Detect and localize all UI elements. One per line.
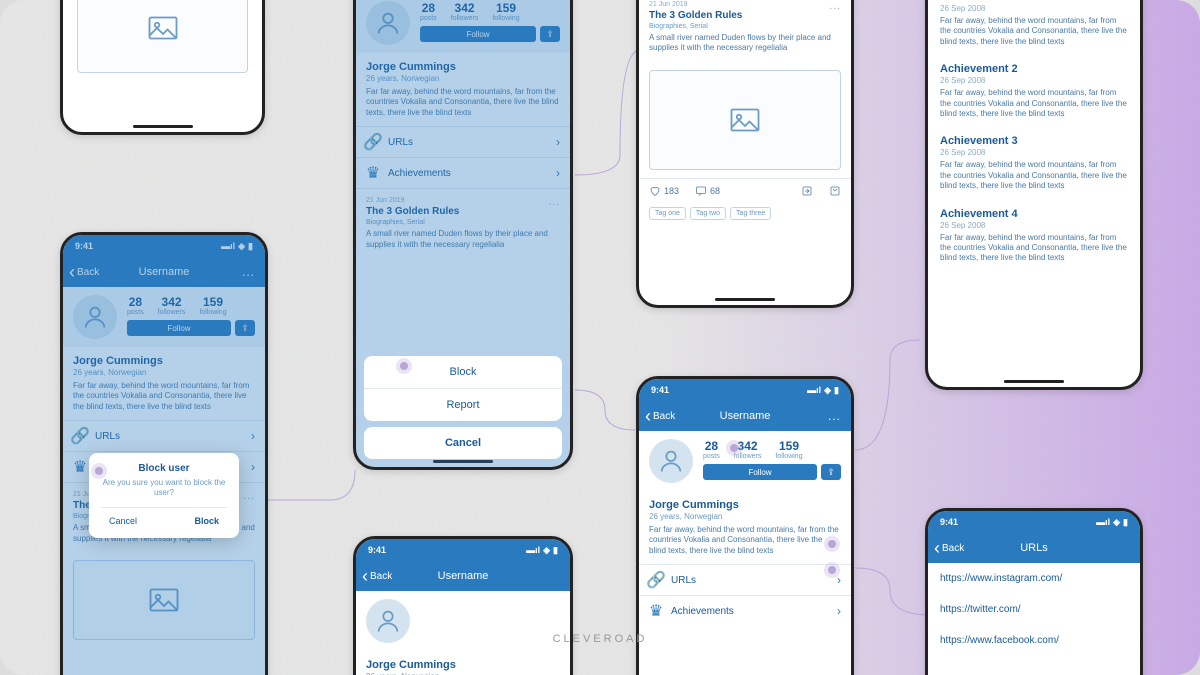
trophy-icon: ♛ (649, 604, 663, 618)
nav-title: Username (438, 570, 489, 582)
status-time: 9:41 (651, 385, 669, 395)
status-bar: 9:41 ▬ıl◈▮ (639, 379, 851, 401)
comment-button[interactable]: 68 (695, 185, 720, 197)
nav-title: Username (720, 410, 771, 422)
like-button[interactable]: 183 (649, 185, 679, 197)
status-icons: ▬ıl◈▮ (807, 385, 839, 396)
phone-profile-action-sheet: Back Username ... 28posts 342followers 1… (353, 0, 573, 470)
phone-profile-main: 9:41 ▬ıl◈▮ Back Username ... 28posts 342… (636, 376, 854, 675)
url-link[interactable]: https://www.facebook.com/ (928, 625, 1140, 656)
tag[interactable]: Tag two (690, 207, 726, 220)
phone-profile-blocked: 9:41 ▬ıl◈▮ Back Username Jorge Cummings … (353, 536, 573, 675)
share-button[interactable]: ⇪ (821, 464, 841, 480)
url-link[interactable]: https://twitter.com/ (928, 594, 1140, 625)
phone-wireframe-partial-top (60, 0, 265, 135)
phone-post-detail: ... 21 Jun 2019 The 3 Golden Rules Biogr… (636, 0, 854, 308)
chevron-right-icon: › (837, 573, 841, 587)
back-button[interactable]: Back (362, 567, 392, 585)
status-bar: 9:41 ▬ıl◈▮ (928, 511, 1140, 533)
battery-icon: ▮ (1123, 517, 1128, 528)
achievement-item[interactable]: Achievement 226 Sep 2008Far far away, be… (928, 55, 1140, 127)
nav-bar: Back URLs (928, 533, 1140, 563)
home-indicator (1004, 380, 1064, 383)
post-title: The 3 Golden Rules (649, 10, 841, 21)
stat-followers[interactable]: 342followers (734, 439, 762, 460)
post-card[interactable]: ... 21 Jun 2019 The 3 Golden Rules Biogr… (639, 0, 851, 62)
status-bar: 9:41 ▬ıl◈▮ (356, 539, 570, 561)
post-body: A small river named Duden flows by their… (649, 33, 841, 54)
nav-title: URLs (1020, 542, 1048, 554)
signal-icon: ▬ıl (526, 545, 540, 555)
wifi-icon: ◈ (824, 385, 831, 396)
sheet-block-button[interactable]: Block (364, 356, 562, 389)
post-category: Biographies, Serial (649, 23, 841, 30)
flow-node (730, 444, 738, 452)
watermark: CLEVEROAD (553, 633, 648, 645)
profile-name: Jorge Cummings (649, 499, 841, 511)
stat-posts[interactable]: 28posts (703, 439, 720, 460)
signal-icon: ▬ıl (807, 385, 821, 395)
url-link[interactable]: https://www.instagram.com/ (928, 563, 1140, 594)
tag[interactable]: Tag one (649, 207, 686, 220)
stat-following[interactable]: 159following (775, 439, 802, 460)
post-more-button[interactable]: ... (830, 1, 841, 12)
phone-achievements: Achievement 126 Sep 2008Far far away, be… (925, 0, 1143, 390)
nav-bar: Back Username (356, 561, 570, 591)
achievement-item[interactable]: Achievement 126 Sep 2008Far far away, be… (928, 0, 1140, 55)
profile-subtitle: 26 years, Norwegian (649, 512, 841, 521)
row-urls[interactable]: 🔗URLs› (639, 564, 851, 595)
nav-bar: Back Username ... (639, 401, 851, 431)
flow-node (400, 362, 408, 370)
image-placeholder (649, 70, 841, 170)
status-icons: ▬ıl◈▮ (526, 545, 558, 556)
nav-more-button[interactable]: ... (828, 409, 841, 423)
phone-profile-block-dialog: 9:41 ▬ıl ◈ ▮ Back Username ... 28posts 3… (60, 232, 268, 675)
avatar[interactable] (366, 599, 410, 643)
action-sheet: Block Report Cancel (364, 356, 562, 459)
profile-header: 28posts 342followers 159following Follow… (639, 431, 851, 491)
block-user-dialog: Block user Are you sure you want to bloc… (89, 453, 239, 538)
flow-node (828, 540, 836, 548)
image-placeholder (77, 0, 248, 73)
battery-icon: ▮ (834, 385, 839, 396)
status-time: 9:41 (940, 517, 958, 527)
status-time: 9:41 (368, 545, 386, 555)
sheet-report-button[interactable]: Report (364, 389, 562, 421)
phone-urls: 9:41 ▬ıl◈▮ Back URLs https://www.instagr… (925, 508, 1143, 675)
tag[interactable]: Tag three (730, 207, 771, 220)
dialog-text: Are you sure you want to block the user? (101, 478, 227, 499)
back-button[interactable]: Back (645, 407, 675, 425)
bookmark-button[interactable] (829, 185, 841, 197)
home-indicator (715, 298, 775, 301)
profile-header (356, 591, 570, 651)
dialog-cancel-button[interactable]: Cancel (101, 514, 145, 528)
share-post-button[interactable] (801, 185, 813, 197)
achievement-item[interactable]: Achievement 426 Sep 2008Far far away, be… (928, 200, 1140, 272)
flow-node (95, 467, 103, 475)
signal-icon: ▬ıl (1096, 517, 1110, 527)
flow-node (828, 566, 836, 574)
post-actions: 183 68 (639, 178, 851, 203)
wifi-icon: ◈ (1113, 517, 1120, 528)
profile-bio: Far far away, behind the word mountains,… (649, 525, 841, 556)
battery-icon: ▮ (553, 545, 558, 556)
tag-list: Tag one Tag two Tag three (639, 203, 851, 224)
dialog-block-button[interactable]: Block (186, 514, 227, 528)
status-icons: ▬ıl◈▮ (1096, 517, 1128, 528)
post-date: 21 Jun 2019 (649, 1, 841, 8)
avatar[interactable] (649, 439, 693, 483)
achievement-item[interactable]: Achievement 326 Sep 2008Far far away, be… (928, 127, 1140, 199)
chevron-right-icon: › (837, 604, 841, 618)
profile-name: Jorge Cummings (366, 659, 560, 671)
wifi-icon: ◈ (543, 545, 550, 556)
home-indicator (133, 125, 193, 128)
follow-button[interactable]: Follow (703, 464, 817, 480)
link-icon: 🔗 (649, 573, 663, 587)
sheet-cancel-button[interactable]: Cancel (364, 427, 562, 459)
dialog-title: Block user (101, 463, 227, 474)
back-button[interactable]: Back (934, 539, 964, 557)
row-achievements[interactable]: ♛Achievements› (639, 595, 851, 626)
